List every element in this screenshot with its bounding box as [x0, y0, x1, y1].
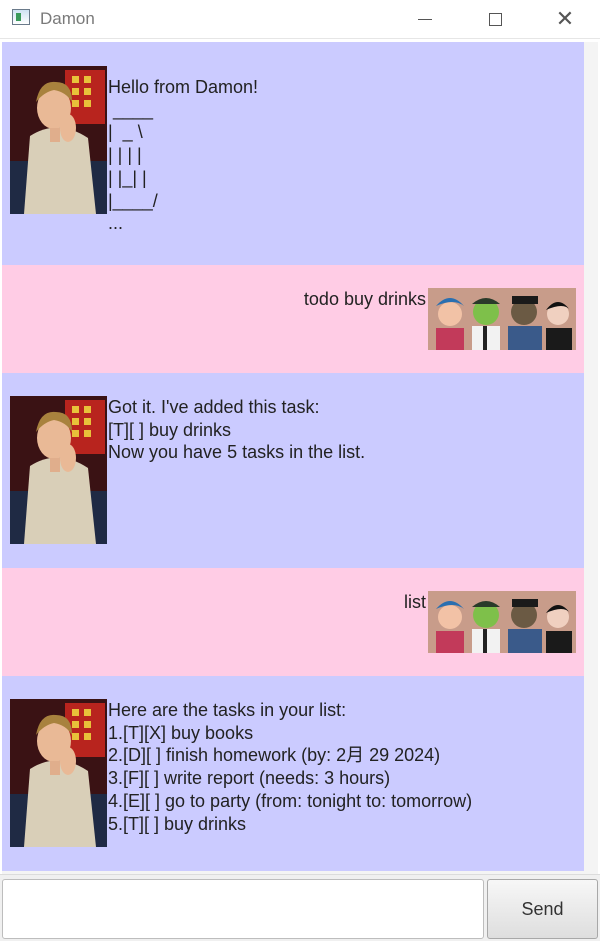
input-bar: Send [0, 874, 600, 941]
send-button[interactable]: Send [487, 879, 598, 939]
window-title: Damon [40, 9, 95, 28]
bot-message: Here are the tasks in your list: 1.[T][X]… [2, 676, 584, 871]
user-message: todo buy drinks [2, 265, 584, 373]
bot-avatar [10, 396, 107, 544]
minimize-button[interactable] [390, 0, 460, 38]
bot-avatar [10, 699, 107, 847]
message-input[interactable] [2, 879, 484, 939]
bot-message-text: Hello from Damon! ____ | _ \ | | | | | |_| … [108, 77, 259, 234]
user-message-text: todo buy drinks [303, 289, 426, 309]
chat-scroll-pane[interactable]: Hello from Damon! ____ | _ \ | | | | | |_| … [2, 42, 598, 874]
title-bar: Damon ✕ [0, 0, 600, 39]
close-icon: ✕ [555, 6, 575, 31]
user-message-text: list [404, 592, 426, 612]
user-avatar [428, 591, 576, 653]
bot-message-text: Got it. I've added this task: [T][ ] buy … [108, 397, 366, 463]
maximize-icon [488, 12, 502, 26]
bot-message: Got it. I've added this task: [T][ ] buy … [2, 373, 584, 568]
app-icon [12, 9, 30, 25]
user-avatar [428, 288, 576, 350]
bot-message: Hello from Damon! ____ | _ \ | | | | | |_| … [2, 42, 584, 265]
minimize-icon [418, 18, 432, 20]
close-button[interactable]: ✕ [530, 0, 600, 38]
maximize-button[interactable] [460, 0, 530, 38]
bot-avatar [10, 66, 107, 214]
bot-message-text: Here are the tasks in your list: 1.[T][X]… [108, 700, 473, 834]
user-message: list [2, 568, 584, 676]
scrollbar-track[interactable] [584, 42, 598, 874]
